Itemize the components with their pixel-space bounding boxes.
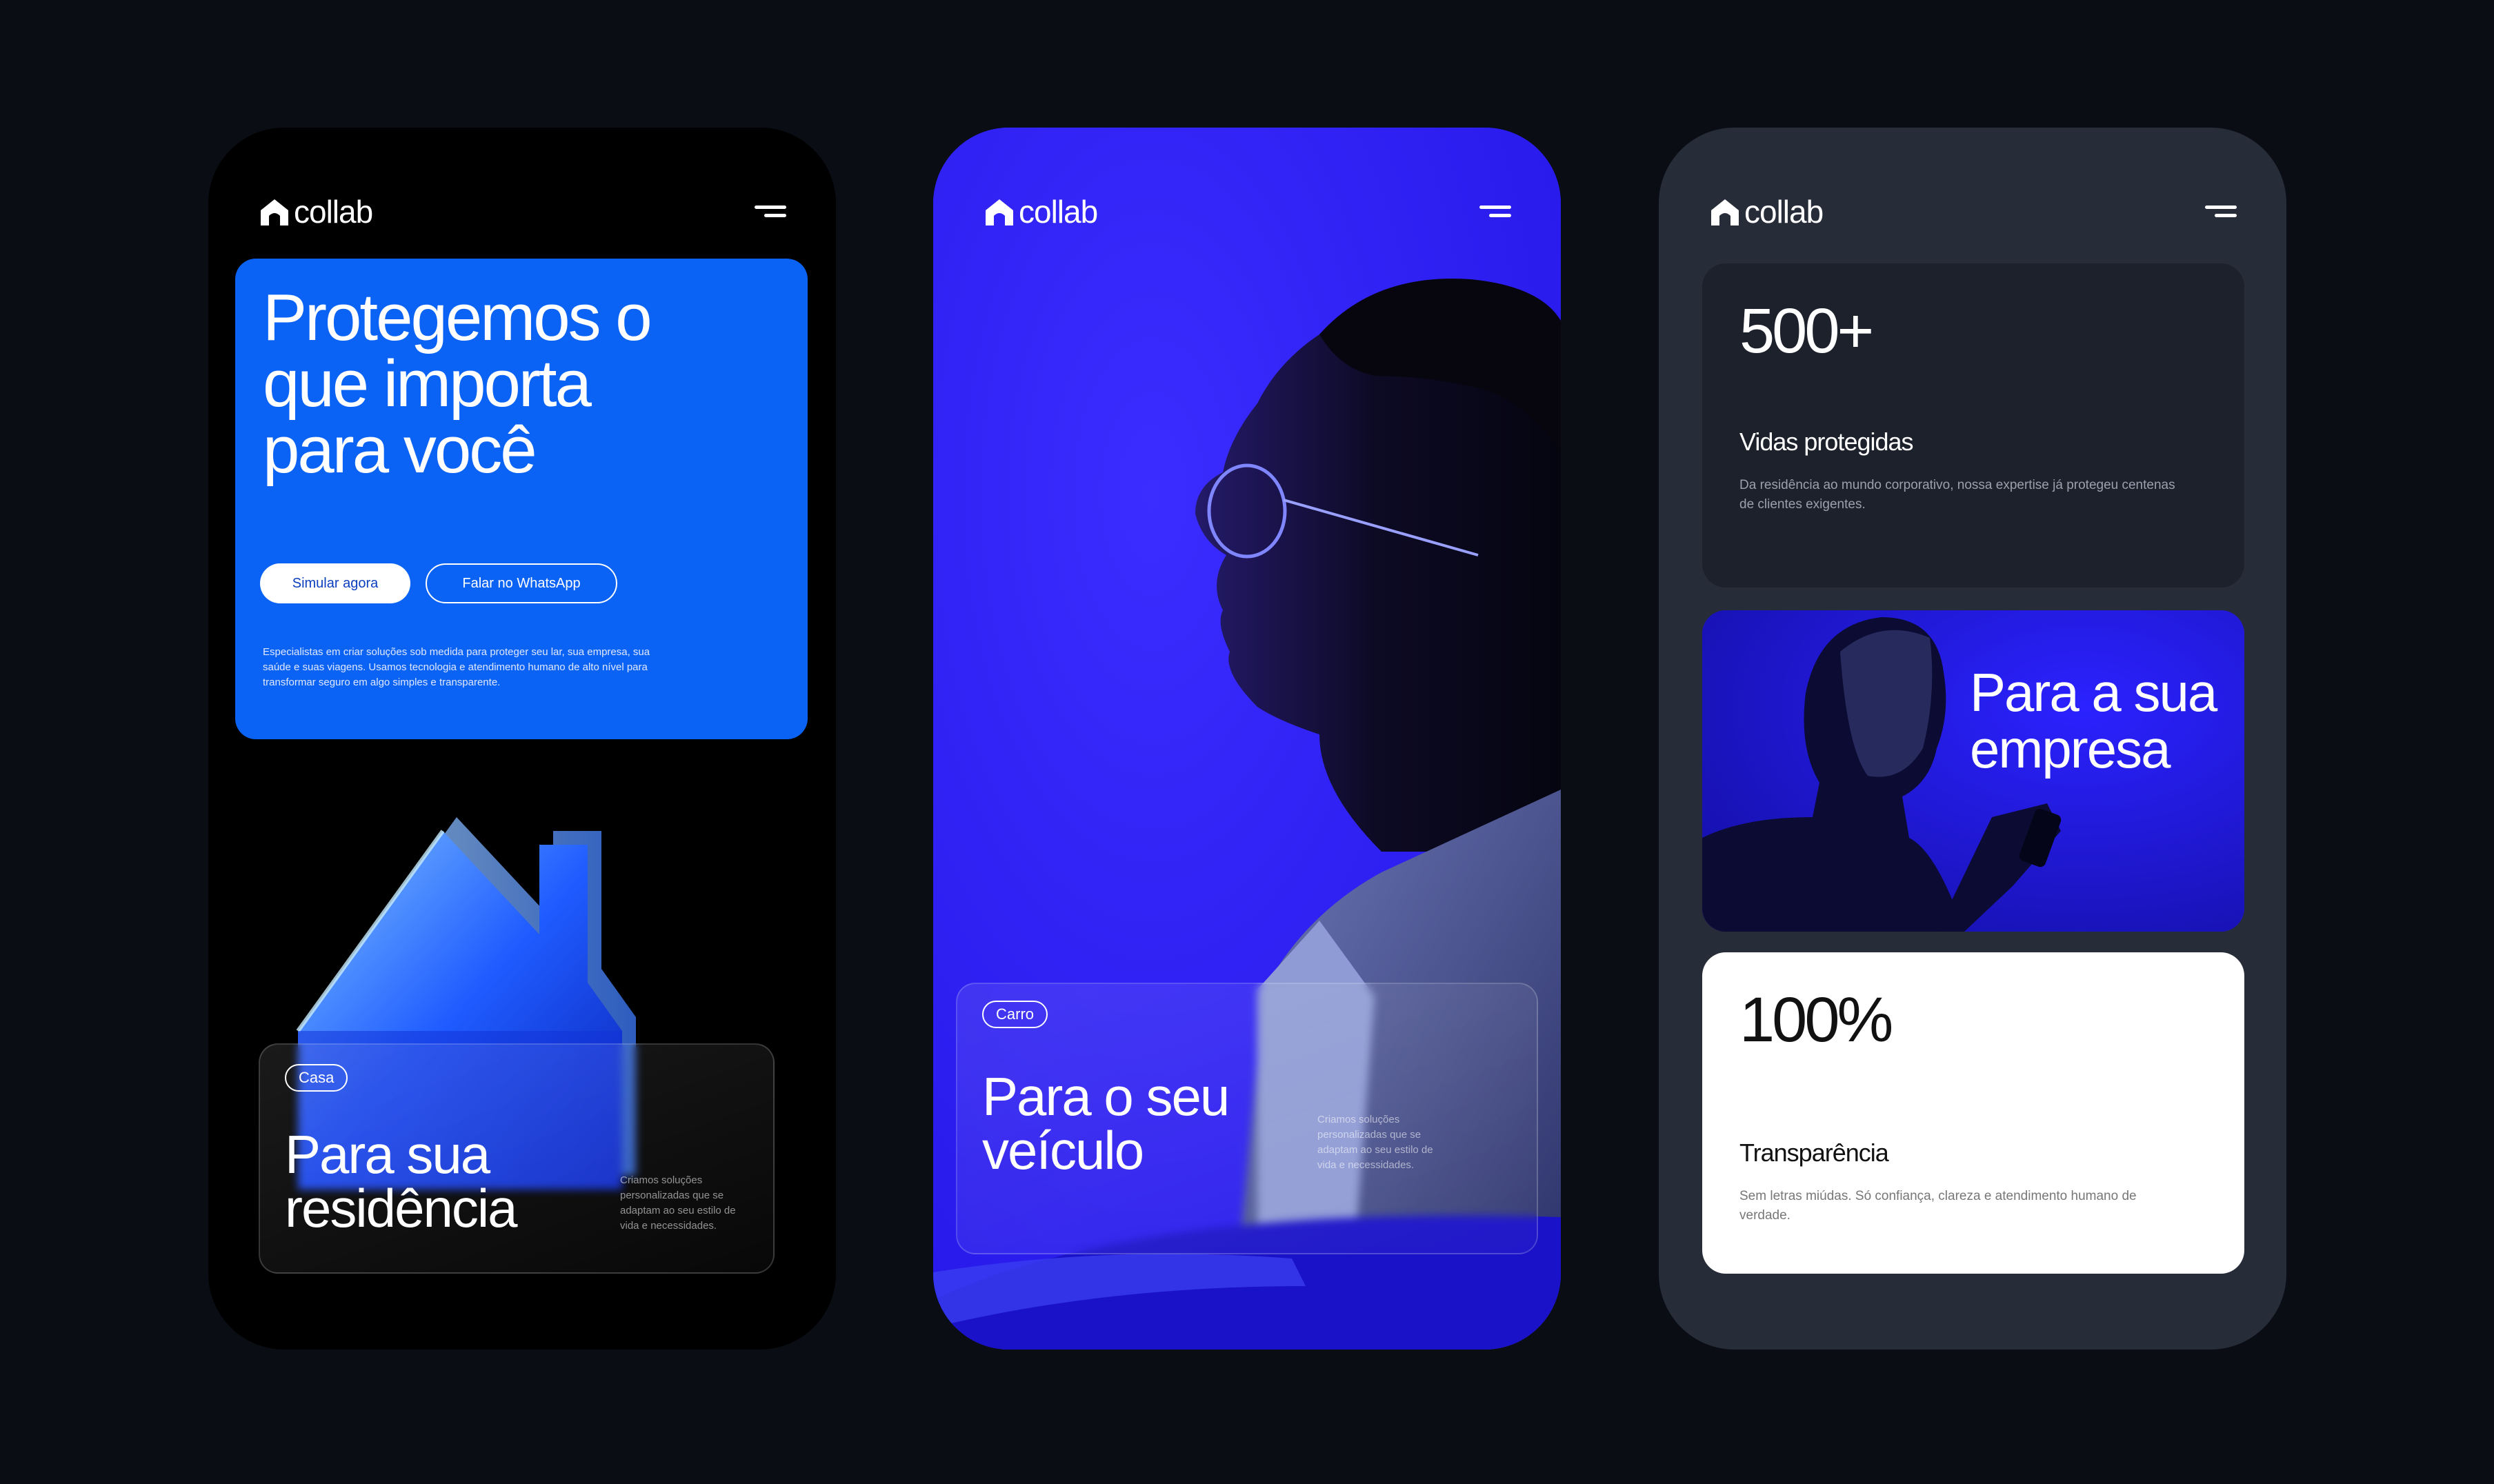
hero-description: Especialistas em criar soluções sob medi… bbox=[263, 646, 650, 688]
lives-protected-value: 500+ bbox=[1739, 296, 1874, 366]
house-logo-icon bbox=[1711, 199, 1739, 225]
residence-title: Para sua residência bbox=[285, 1124, 518, 1239]
logo-text: collab bbox=[1744, 194, 1824, 230]
menu-icon[interactable] bbox=[2199, 201, 2237, 222]
logo[interactable]: collab bbox=[1708, 193, 1824, 230]
lives-protected-description: Da residência ao mundo corporativo, noss… bbox=[1739, 478, 2175, 512]
house-logo-icon bbox=[986, 199, 1013, 225]
phone-mockup-home: collab Protegemos o que importa para voc… bbox=[208, 128, 836, 1350]
hero-title: Protegemos o que importa para você bbox=[263, 281, 652, 487]
transparency-label: Transparência bbox=[1739, 1139, 1889, 1167]
header: collab bbox=[1708, 184, 2237, 239]
lives-protected-label: Vidas protegidas bbox=[1739, 428, 1914, 456]
carro-tag: Carro bbox=[982, 1001, 1048, 1028]
residence-card[interactable]: Casa Para sua residência Criamos soluçõe… bbox=[259, 1043, 775, 1274]
logo-text: collab bbox=[1019, 194, 1098, 230]
menu-icon[interactable] bbox=[749, 201, 786, 222]
logo[interactable]: collab bbox=[258, 193, 373, 230]
vehicle-title: Para o seu veículo bbox=[982, 1066, 1230, 1181]
vehicle-note: Criamos soluções personalizadas que se a… bbox=[1317, 1114, 1433, 1171]
vehicle-card[interactable]: Carro Para o seu veículo Criamos soluçõe… bbox=[956, 983, 1538, 1254]
lives-protected-card: 500+ Vidas protegidas Da residência ao m… bbox=[1702, 263, 2244, 588]
logo-text: collab bbox=[294, 194, 373, 230]
phone-mockup-stats: collab 500+ Vidas protegidas Da residênc… bbox=[1659, 128, 2286, 1350]
logo[interactable]: collab bbox=[983, 193, 1098, 230]
phone-mockup-vehicle: collab Carro Para o seu veículo Criamos … bbox=[933, 128, 1561, 1350]
business-card[interactable]: Para a sua empresa bbox=[1702, 610, 2244, 932]
casa-tag: Casa bbox=[285, 1064, 348, 1092]
simulate-button[interactable]: Simular agora bbox=[260, 563, 410, 603]
header: collab bbox=[983, 184, 1511, 239]
transparency-value: 100% bbox=[1739, 985, 1893, 1055]
hero-card: Protegemos o que importa para você Simul… bbox=[235, 259, 808, 739]
transparency-description: Sem letras miúdas. Só confiança, clareza… bbox=[1739, 1189, 2137, 1223]
menu-icon[interactable] bbox=[1474, 201, 1511, 222]
residence-note: Criamos soluções personalizadas que se a… bbox=[620, 1174, 736, 1232]
house-logo-icon bbox=[261, 199, 288, 225]
whatsapp-button[interactable]: Falar no WhatsApp bbox=[426, 563, 617, 603]
transparency-card: 100% Transparência Sem letras miúdas. Só… bbox=[1702, 952, 2244, 1274]
business-title: Para a sua empresa bbox=[1970, 662, 2217, 779]
header: collab bbox=[258, 184, 786, 239]
